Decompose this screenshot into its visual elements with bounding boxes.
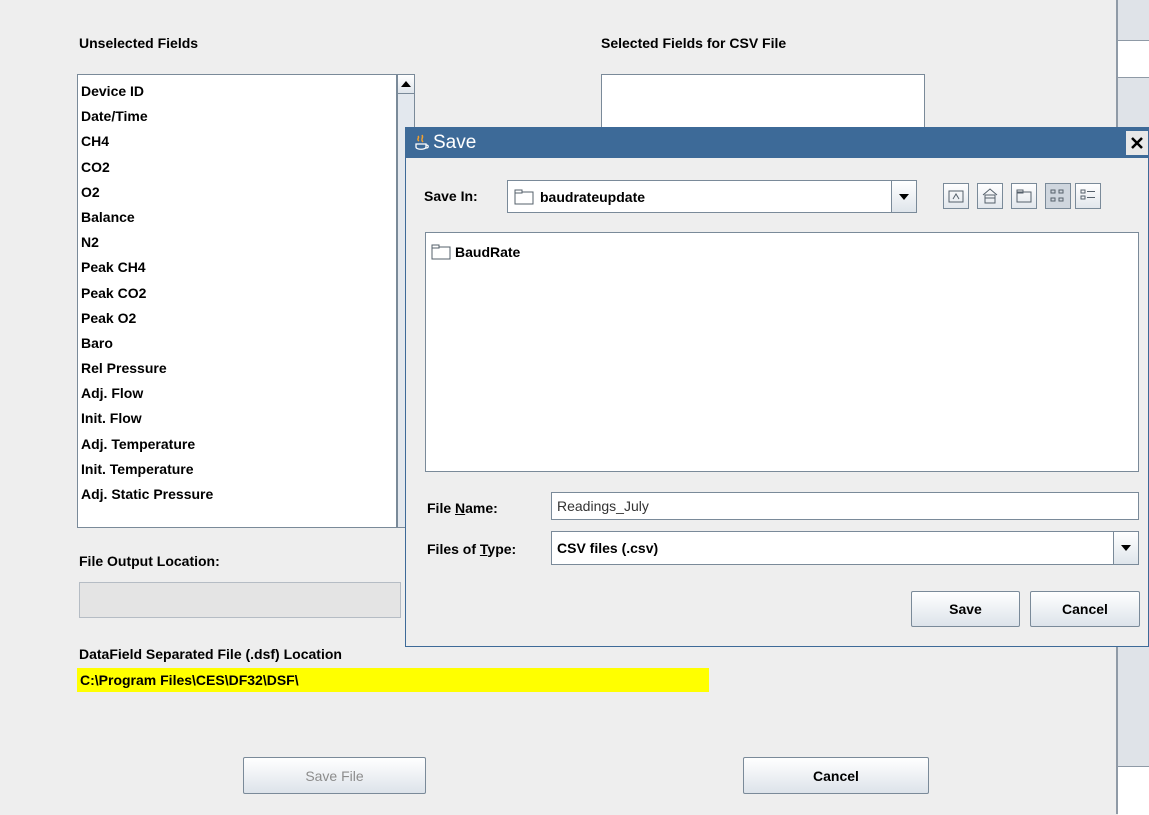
save-in-combo[interactable]: baudrateupdate xyxy=(507,180,917,213)
list-item[interactable]: Baro xyxy=(78,331,396,356)
unselected-fields-list[interactable]: Device ID Date/Time CH4 CO2 O2 Balance N2 Peak … xyxy=(77,74,397,528)
list-item[interactable]: Peak O2 xyxy=(78,306,396,331)
list-item[interactable]: Adj. Static Pressure xyxy=(78,482,396,507)
scroll-up-arrow-icon[interactable] xyxy=(398,75,414,94)
dialog-cancel-button[interactable]: Cancel xyxy=(1030,591,1140,627)
list-item[interactable]: Init. Flow xyxy=(78,406,396,431)
file-item-label: BaudRate xyxy=(455,244,521,260)
file-output-label: File Output Location: xyxy=(79,553,220,569)
main-cancel-button[interactable]: Cancel xyxy=(743,757,929,794)
type-chevron-down-icon[interactable] xyxy=(1113,532,1138,564)
list-item[interactable]: Init. Temperature xyxy=(78,457,396,482)
dsf-path: C:\Program Files\CES\DF32\DSF\ xyxy=(77,668,709,692)
home-icon[interactable] xyxy=(977,183,1003,209)
list-item[interactable]: Date/Time xyxy=(78,104,396,129)
selected-fields-list[interactable] xyxy=(601,74,925,134)
list-item[interactable]: CO2 xyxy=(78,155,396,180)
folder-icon xyxy=(514,189,534,205)
save-button[interactable]: Save xyxy=(911,591,1020,627)
list-item[interactable]: Adj. Temperature xyxy=(78,432,396,457)
folder-icon xyxy=(431,244,451,260)
files-of-type-label: Files of Type: xyxy=(427,541,517,557)
list-view-icon[interactable] xyxy=(1045,183,1071,209)
close-icon[interactable] xyxy=(1126,131,1148,155)
list-item[interactable]: Device ID xyxy=(78,79,396,104)
file-name-input[interactable]: Readings_July xyxy=(551,492,1139,520)
list-item[interactable]: Rel Pressure xyxy=(78,356,396,381)
unselected-fields-title: Unselected Fields xyxy=(79,35,199,51)
save-in-value: baudrateupdate xyxy=(540,188,646,205)
save-dialog: Save Save In: baudrateupdate BaudRate Fi… xyxy=(405,127,1149,647)
dsf-location-label: DataField Separated File (.dsf) Location xyxy=(79,646,342,662)
list-item[interactable]: CH4 xyxy=(78,129,396,154)
save-in-label: Save In: xyxy=(424,188,478,204)
file-name-label: File Name: xyxy=(427,500,498,516)
file-output-field[interactable] xyxy=(79,582,401,618)
details-view-icon[interactable] xyxy=(1075,183,1101,209)
file-item[interactable]: BaudRate xyxy=(431,241,1133,263)
list-item[interactable]: Peak CO2 xyxy=(78,281,396,306)
list-item[interactable]: Adj. Flow xyxy=(78,381,396,406)
list-item[interactable]: O2 xyxy=(78,180,396,205)
new-folder-icon[interactable] xyxy=(1011,183,1037,209)
dialog-title: Save xyxy=(433,132,477,153)
list-item[interactable]: Balance xyxy=(78,205,396,230)
save-file-button[interactable]: Save File xyxy=(243,757,426,794)
files-of-type-value: CSV files (.csv) xyxy=(557,540,659,556)
list-item[interactable]: Peak CH4 xyxy=(78,255,396,280)
chevron-down-icon[interactable] xyxy=(891,181,916,212)
up-one-level-icon[interactable] xyxy=(943,183,969,209)
java-icon xyxy=(414,134,430,155)
files-of-type-combo[interactable]: CSV files (.csv) xyxy=(551,531,1139,565)
file-browser[interactable]: BaudRate xyxy=(425,232,1139,472)
dialog-title-bar[interactable]: Save xyxy=(406,128,1148,158)
selected-fields-title: Selected Fields for CSV File xyxy=(601,35,787,51)
list-item[interactable]: N2 xyxy=(78,230,396,255)
